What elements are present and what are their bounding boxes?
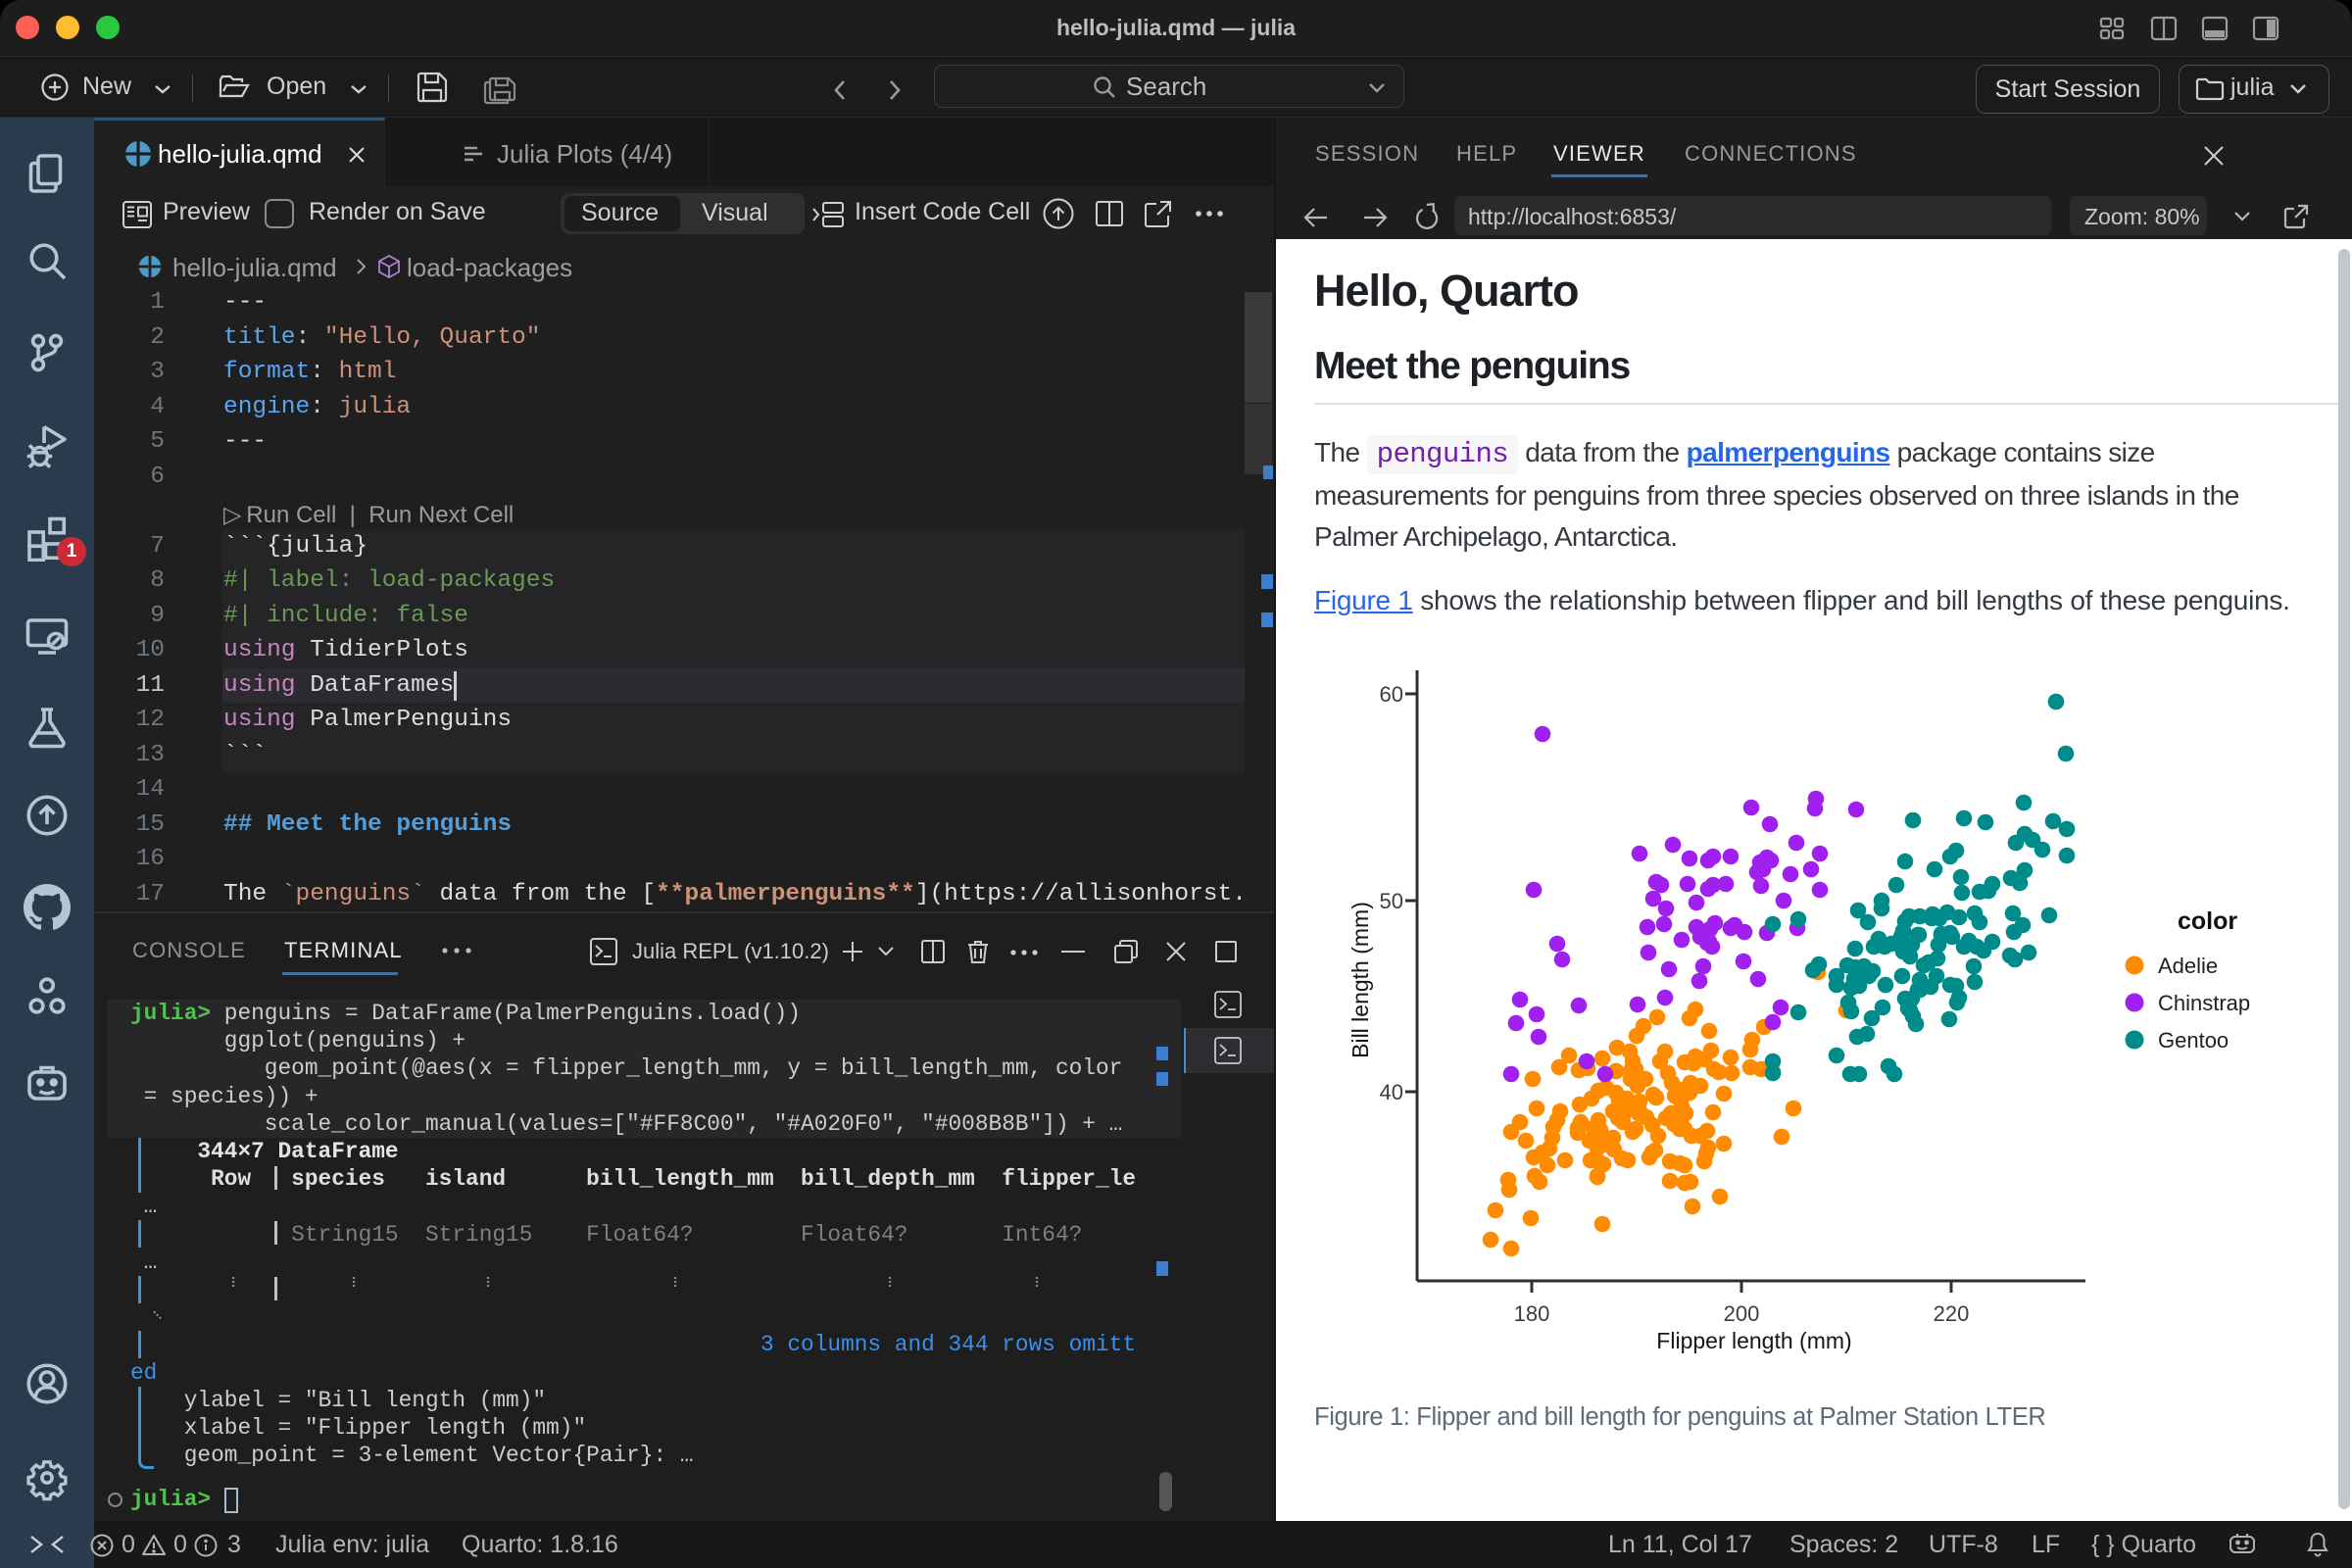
svg-text:180: 180 <box>1514 1301 1550 1326</box>
svg-text:Gentoo: Gentoo <box>2158 1028 2229 1053</box>
svg-text:Flipper length (mm): Flipper length (mm) <box>1656 1328 1851 1353</box>
svg-text:Adelie: Adelie <box>2158 954 2218 978</box>
svg-text:Bill length (mm): Bill length (mm) <box>1348 902 1373 1058</box>
svg-text:50: 50 <box>1380 889 1403 913</box>
svg-text:60: 60 <box>1380 682 1403 707</box>
svg-text:220: 220 <box>1934 1301 1970 1326</box>
svg-text:Chinstrap: Chinstrap <box>2158 991 2250 1015</box>
svg-text:color: color <box>2178 907 2237 935</box>
svg-text:200: 200 <box>1724 1301 1760 1326</box>
svg-text:40: 40 <box>1380 1080 1403 1104</box>
